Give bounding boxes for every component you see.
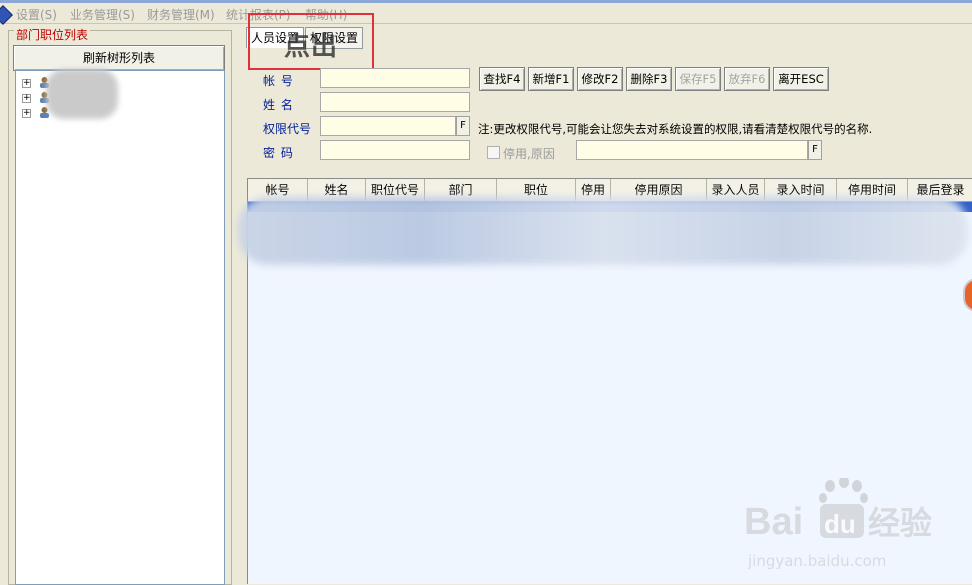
annotation-label: 点出 [284,32,339,62]
delete-button[interactable]: 删除F3 [626,67,672,91]
disable-checkbox-label: 停用,原因 [503,147,555,161]
permission-code-input[interactable] [320,116,456,136]
password-label: 密 码 [263,146,294,160]
expand-icon[interactable]: + [22,79,31,88]
menu-item-business[interactable]: 业务管理(S) [70,6,135,23]
redaction-blur [46,69,118,119]
expand-icon[interactable]: + [22,94,31,103]
disable-reason-lookup-button[interactable]: F [808,140,822,160]
menu-bar: 设置(S) 业务管理(S) 财务管理(M) 统计报表(P) 帮助(H) [0,3,972,25]
name-input[interactable] [320,92,470,112]
department-tree[interactable]: + + + [15,69,225,585]
refresh-tree-button[interactable]: 刷新树形列表 [13,45,225,71]
permission-code-lookup-button[interactable]: F [456,116,470,136]
name-label: 姓 名 [263,98,294,112]
account-label: 帐 号 [263,74,294,88]
disable-checkbox[interactable] [487,146,500,159]
menu-item-settings[interactable]: 设置(S) [16,6,57,23]
redaction-blur [238,197,968,265]
find-button[interactable]: 查找F4 [479,67,525,91]
discard-button[interactable]: 放弃F6 [724,67,770,91]
add-button[interactable]: 新增F1 [528,67,574,91]
expand-icon[interactable]: + [22,109,31,118]
exit-button[interactable]: 离开ESC [773,67,829,91]
app-logo-icon [0,5,13,25]
account-input[interactable] [320,68,470,88]
menu-item-finance[interactable]: 财务管理(M) [147,6,215,23]
password-input[interactable] [320,140,470,160]
permission-code-label: 权限代号 [263,122,312,136]
department-panel-title: 部门职位列表 [14,26,91,43]
disable-reason-input[interactable] [576,140,808,160]
save-button[interactable]: 保存F5 [675,67,721,91]
permission-warning-note: 注:更改权限代号,可能会让您失去对系统设置的权限,请看清楚权限代号的名称. [478,122,873,136]
edit-button[interactable]: 修改F2 [577,67,623,91]
